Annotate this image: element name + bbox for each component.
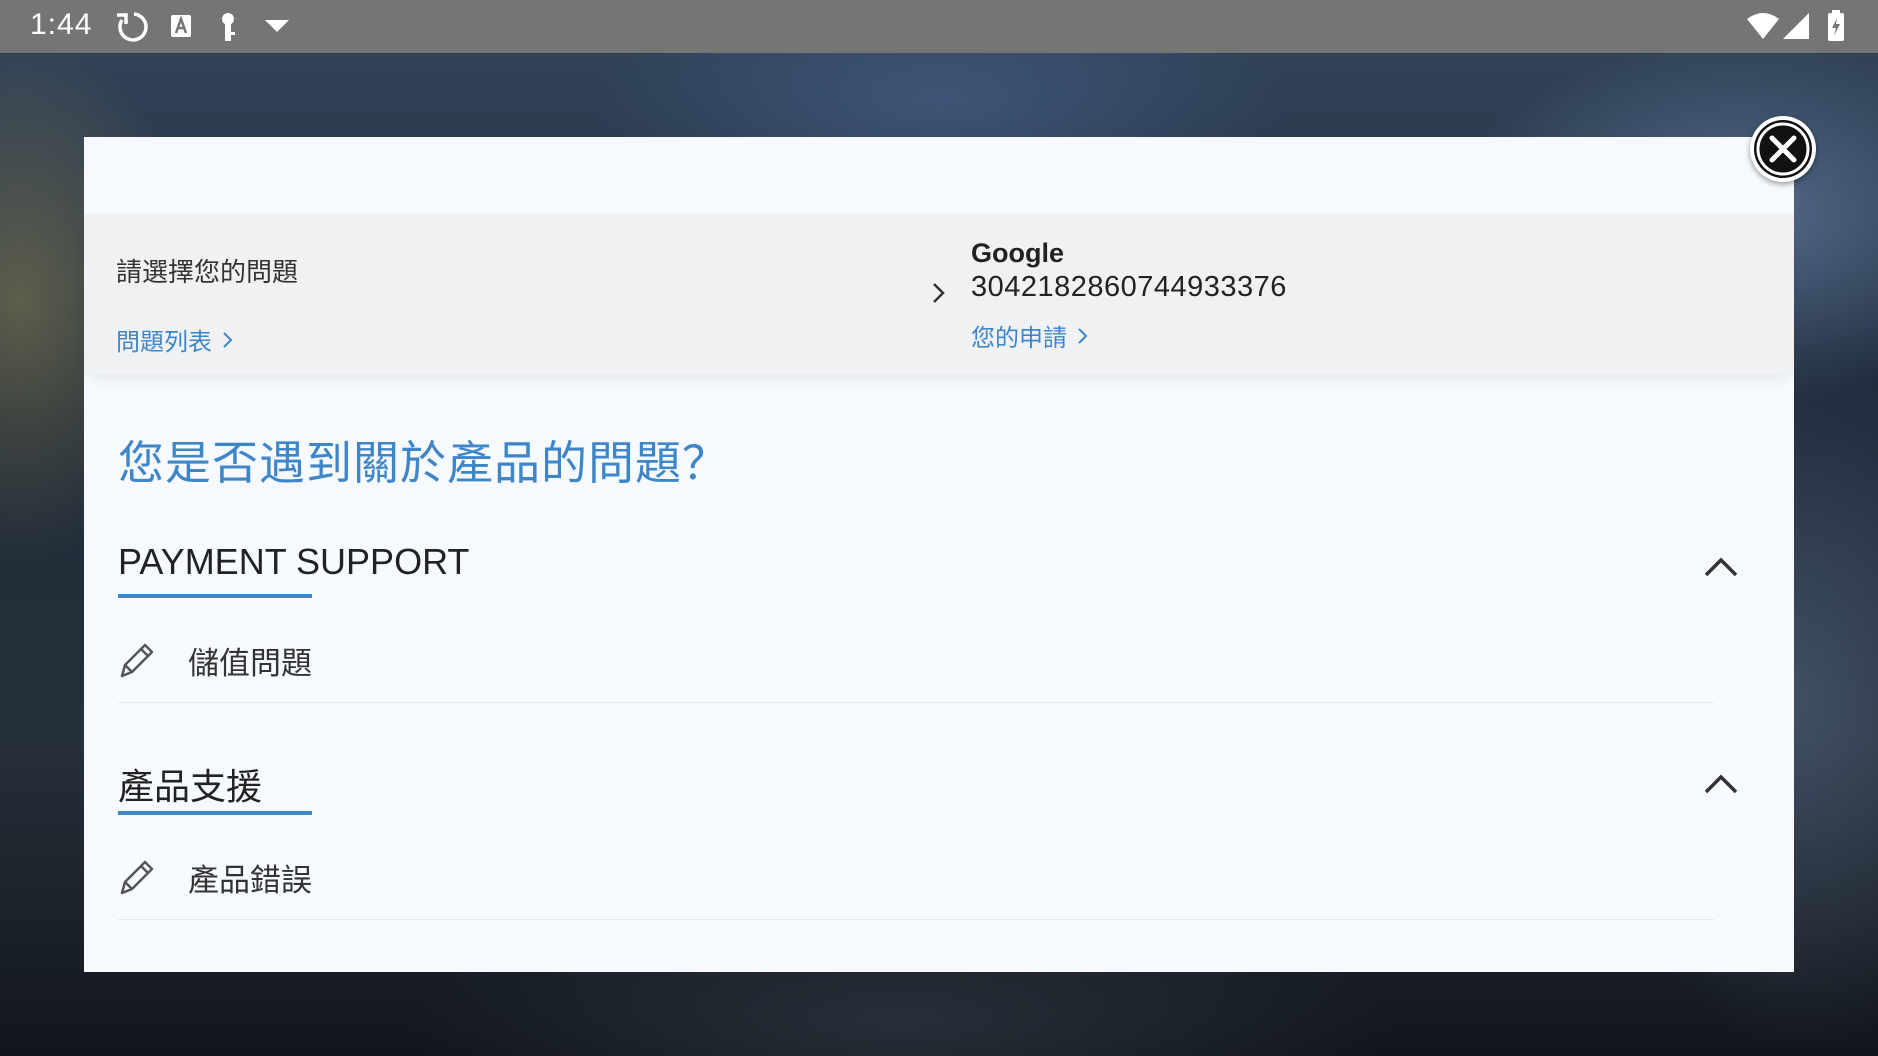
- status-bar: 1:44: [0, 0, 1878, 53]
- pencil-icon: [118, 640, 156, 684]
- chevron-up-icon: [1704, 774, 1738, 794]
- breadcrumb-title: 請選擇您的問題: [116, 258, 299, 288]
- list-item-payment-issue[interactable]: 儲值問題: [118, 634, 1714, 703]
- key-icon: [218, 12, 238, 46]
- list-item-product-error[interactable]: 產品錯誤: [118, 851, 1714, 920]
- section-underline: [118, 811, 312, 815]
- help-dialog: 請選擇您的問題 問題列表 Google 3042182860744933376 …: [84, 137, 1794, 972]
- list-item-label: 儲值問題: [188, 646, 312, 682]
- account-provider: Google: [971, 238, 1064, 268]
- account-id: 3042182860744933376: [971, 271, 1287, 303]
- collapse-button[interactable]: [1702, 772, 1740, 796]
- chevron-up-icon: [1704, 557, 1738, 577]
- section-title: PAYMENT SUPPORT: [118, 541, 470, 582]
- collapse-button[interactable]: [1702, 555, 1740, 579]
- page-title: 您是否遇到關於產品的問題？: [118, 436, 729, 490]
- pencil-icon: [118, 857, 156, 901]
- close-button[interactable]: [1750, 116, 1816, 182]
- section-title: 產品支援: [118, 766, 263, 807]
- a-notification-icon: [170, 14, 192, 42]
- my-requests-label: 您的申請: [971, 324, 1067, 352]
- battery-charging-icon: [1827, 10, 1845, 46]
- question-list-label: 問題列表: [116, 328, 212, 356]
- question-list-link[interactable]: 問題列表: [116, 322, 234, 357]
- section-underline: [118, 594, 312, 598]
- my-requests-link[interactable]: 您的申請: [971, 318, 1089, 353]
- status-time: 1:44: [30, 8, 93, 41]
- chevron-right-icon: [223, 331, 233, 348]
- signal-icon: [1782, 12, 1810, 44]
- wifi-icon: [1746, 12, 1780, 44]
- sync-icon: [114, 10, 150, 48]
- chevron-right-icon: [931, 280, 947, 310]
- list-item-label: 產品錯誤: [188, 863, 312, 899]
- chevron-right-icon: [1078, 327, 1088, 344]
- dropdown-triangle-icon: [264, 18, 290, 38]
- close-icon: [1754, 120, 1812, 178]
- breadcrumb: 請選擇您的問題 問題列表 Google 3042182860744933376 …: [84, 214, 1794, 374]
